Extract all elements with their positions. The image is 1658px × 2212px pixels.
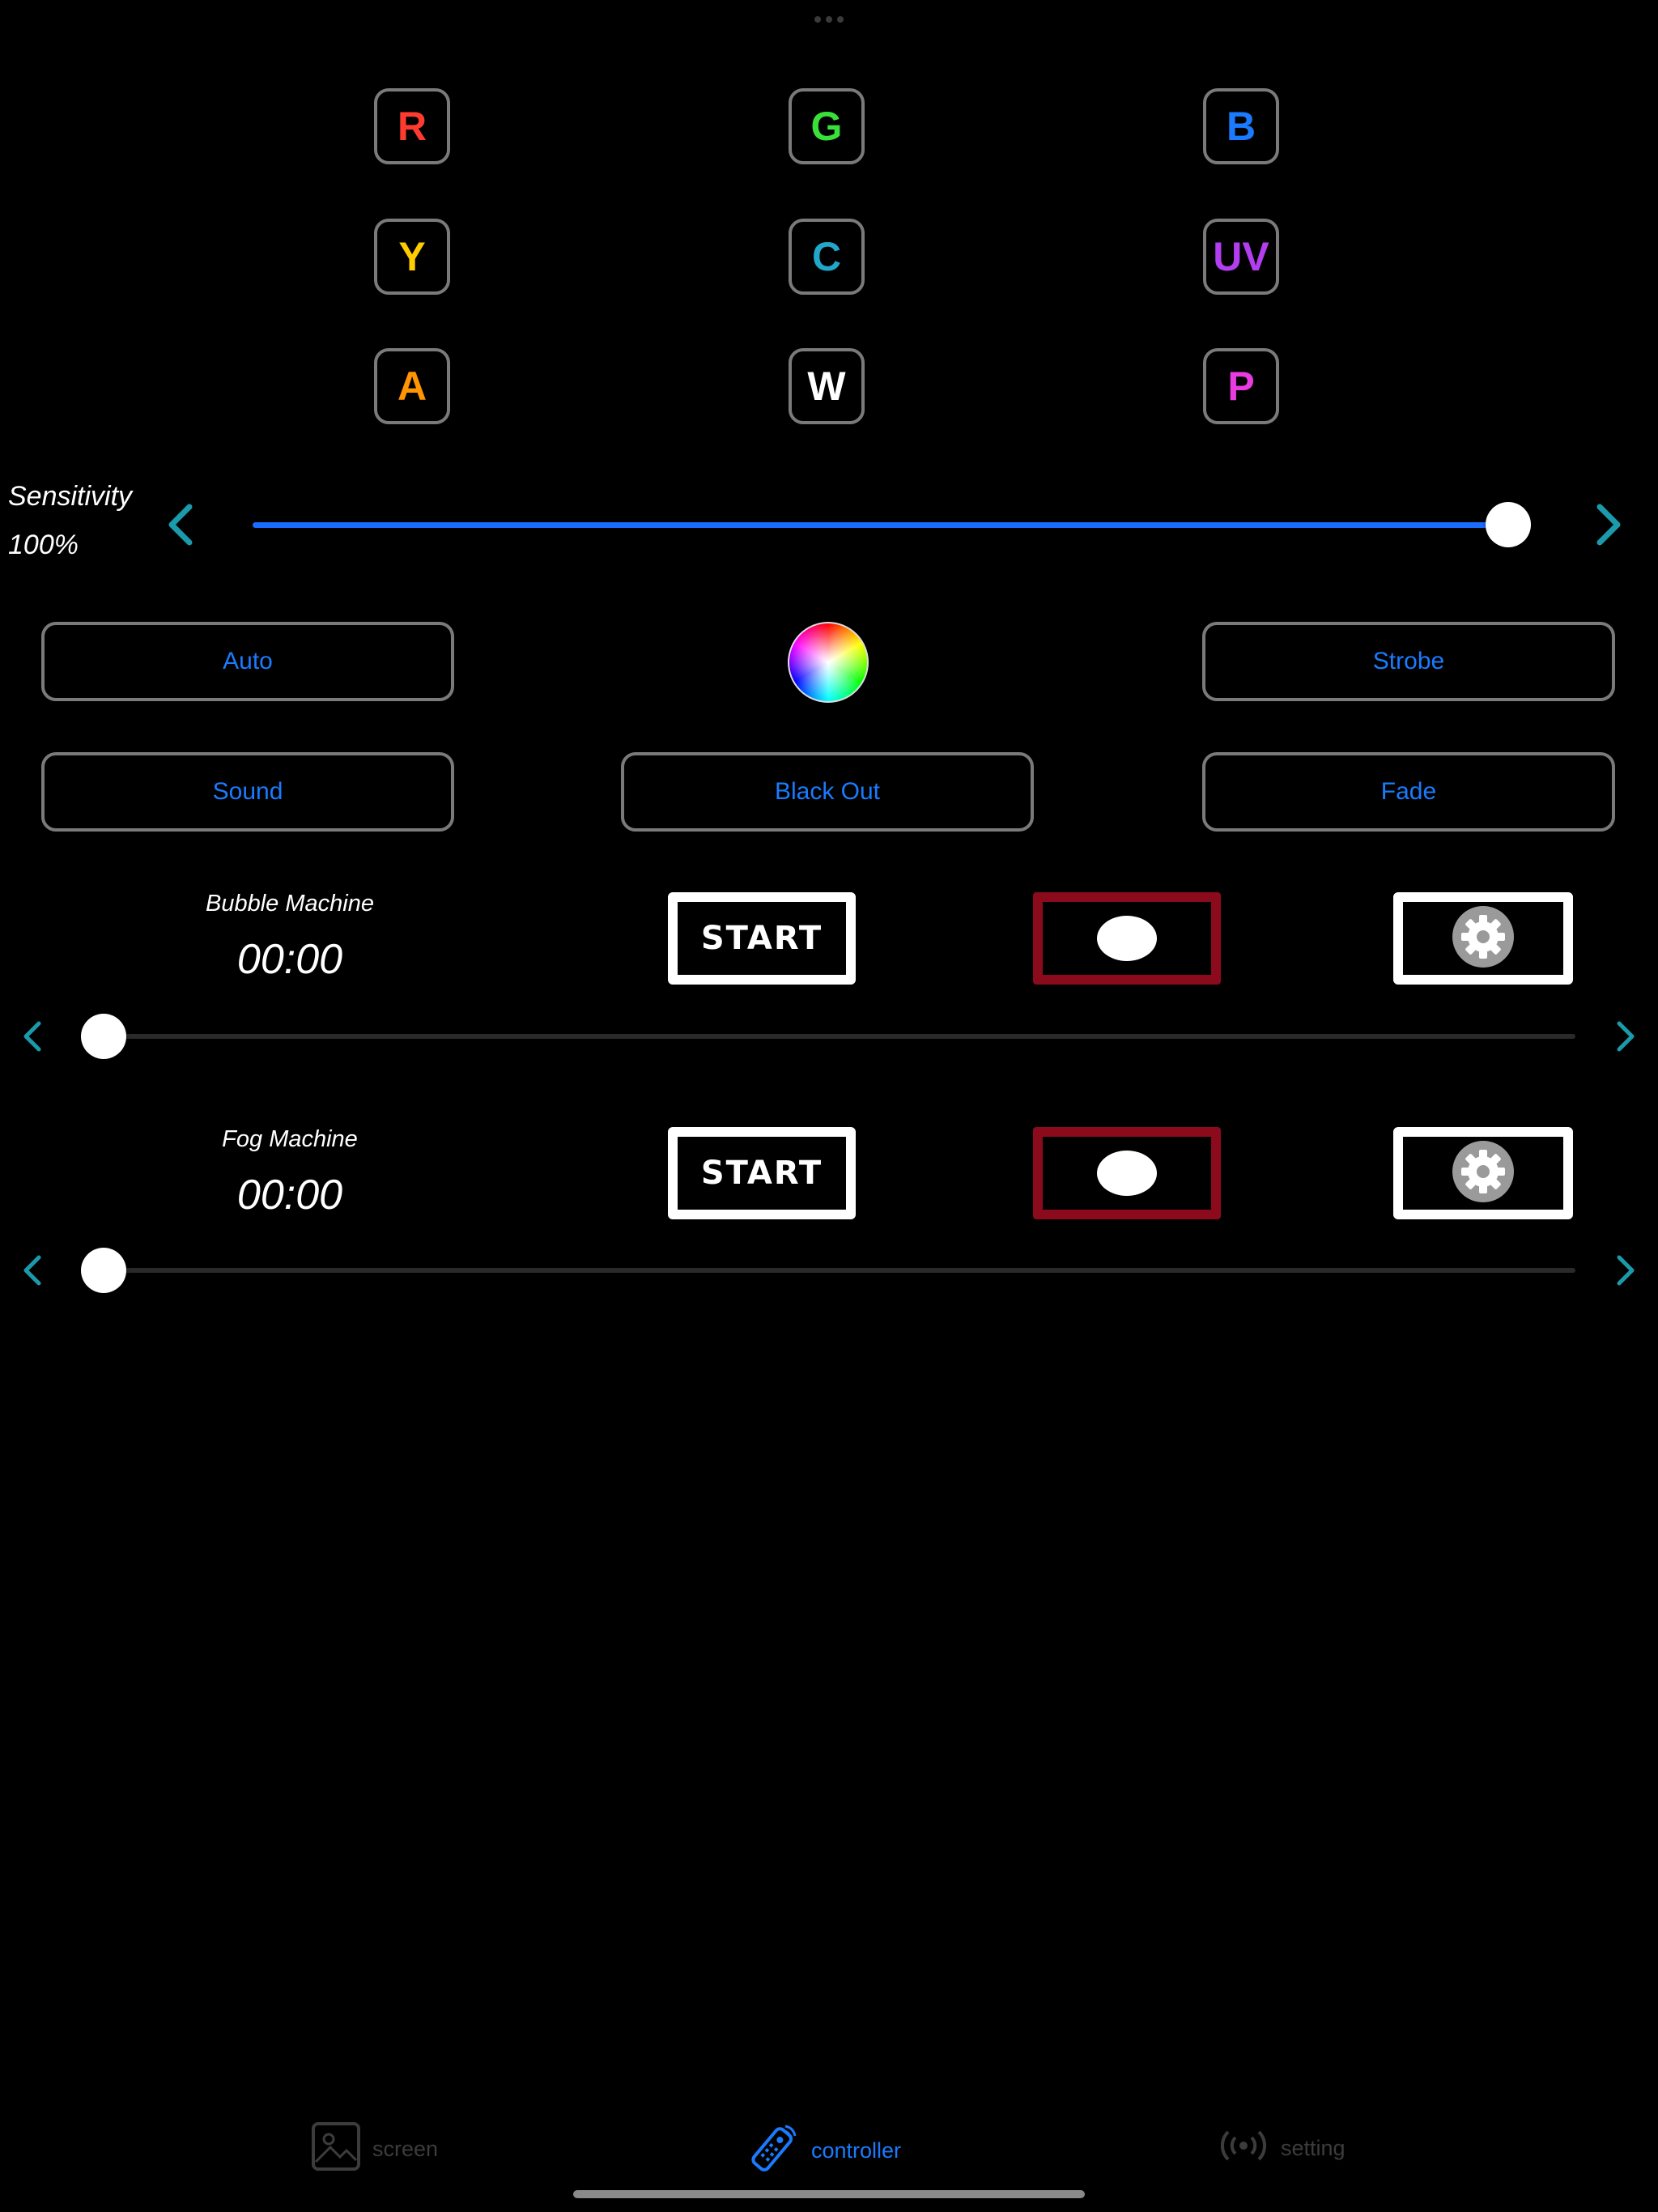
tab-controller[interactable]: controller <box>746 2121 901 2180</box>
fog-machine-timer: 00:00 <box>236 1172 343 1219</box>
bubble-timer-slider-thumb[interactable] <box>81 1014 126 1059</box>
fog-machine-name: Fog Machine <box>222 1126 358 1152</box>
fog-settings-button[interactable] <box>1393 1127 1573 1219</box>
color-button-w[interactable]: W <box>789 348 865 424</box>
color-button-g[interactable]: G <box>789 88 865 164</box>
color-wheel-icon[interactable] <box>788 622 869 703</box>
gear-icon <box>1451 904 1516 973</box>
gear-icon <box>1451 1139 1516 1208</box>
tab-setting[interactable]: setting <box>1218 2128 1346 2169</box>
image-icon <box>311 2121 361 2177</box>
color-button-label: G <box>810 104 843 149</box>
bubble-settings-button[interactable] <box>1393 892 1573 985</box>
toggle-knob <box>1097 1151 1157 1196</box>
start-label: START <box>700 1155 823 1192</box>
fog-increase-chevron-right-icon[interactable] <box>1614 1253 1639 1288</box>
fog-toggle-button[interactable] <box>1033 1127 1221 1219</box>
tab-screen[interactable]: screen <box>311 2121 438 2177</box>
bubble-toggle-button[interactable] <box>1033 892 1221 985</box>
color-button-uv[interactable]: UV <box>1203 219 1279 295</box>
color-button-label: UV <box>1213 234 1269 279</box>
bubble-machine-name: Bubble Machine <box>206 891 374 917</box>
color-button-label: C <box>811 234 842 279</box>
color-button-label: P <box>1227 364 1255 409</box>
tab-setting-label: setting <box>1281 2136 1346 2160</box>
sensitivity-decrease-chevron-left-icon[interactable] <box>164 502 196 547</box>
bubble-start-button[interactable]: START <box>668 892 856 985</box>
color-button-label: Y <box>398 234 426 279</box>
auto-button-label: Auto <box>223 648 273 674</box>
color-button-p[interactable]: P <box>1203 348 1279 424</box>
strobe-button-label: Strobe <box>1372 648 1445 674</box>
bubble-increase-chevron-right-icon[interactable] <box>1614 1019 1639 1054</box>
fade-button[interactable]: Fade <box>1202 752 1615 832</box>
sensitivity-slider-track[interactable] <box>253 522 1516 528</box>
dot <box>837 16 844 23</box>
auto-button[interactable]: Auto <box>41 622 454 701</box>
color-button-label: A <box>397 364 427 409</box>
broadcast-icon <box>1218 2128 1269 2169</box>
color-button-b[interactable]: B <box>1203 88 1279 164</box>
blackout-button[interactable]: Black Out <box>621 752 1034 832</box>
sensitivity-slider-thumb[interactable] <box>1486 502 1531 547</box>
dot <box>814 16 821 23</box>
color-button-y[interactable]: Y <box>374 219 450 295</box>
color-button-c[interactable]: C <box>789 219 865 295</box>
bubble-timer-slider-track[interactable] <box>102 1034 1575 1039</box>
toggle-knob <box>1097 916 1157 961</box>
home-indicator[interactable] <box>573 2190 1085 2198</box>
color-button-label: W <box>807 364 846 409</box>
sound-button[interactable]: Sound <box>41 752 454 832</box>
blackout-button-label: Black Out <box>774 778 881 805</box>
color-button-a[interactable]: A <box>374 348 450 424</box>
strobe-button[interactable]: Strobe <box>1202 622 1615 701</box>
color-button-label: B <box>1226 104 1256 149</box>
fog-timer-slider-track[interactable] <box>102 1268 1575 1273</box>
fade-button-label: Fade <box>1380 778 1437 805</box>
remote-control-icon <box>746 2121 800 2180</box>
multitasking-dots[interactable] <box>813 15 845 24</box>
sound-button-label: Sound <box>212 778 283 805</box>
color-button-label: R <box>397 104 427 149</box>
sensitivity-increase-chevron-right-icon[interactable] <box>1593 502 1626 547</box>
color-button-r[interactable]: R <box>374 88 450 164</box>
bubble-decrease-chevron-left-icon[interactable] <box>19 1019 44 1054</box>
fog-decrease-chevron-left-icon[interactable] <box>19 1253 44 1288</box>
sensitivity-label: Sensitivity <box>8 481 133 512</box>
start-label: START <box>700 920 823 957</box>
fog-start-button[interactable]: START <box>668 1127 856 1219</box>
tab-controller-label: controller <box>811 2138 902 2163</box>
tab-screen-label: screen <box>372 2137 439 2161</box>
dot <box>826 16 832 23</box>
fog-timer-slider-thumb[interactable] <box>81 1248 126 1293</box>
bubble-machine-timer: 00:00 <box>236 936 343 983</box>
sensitivity-value: 100% <box>8 530 79 560</box>
